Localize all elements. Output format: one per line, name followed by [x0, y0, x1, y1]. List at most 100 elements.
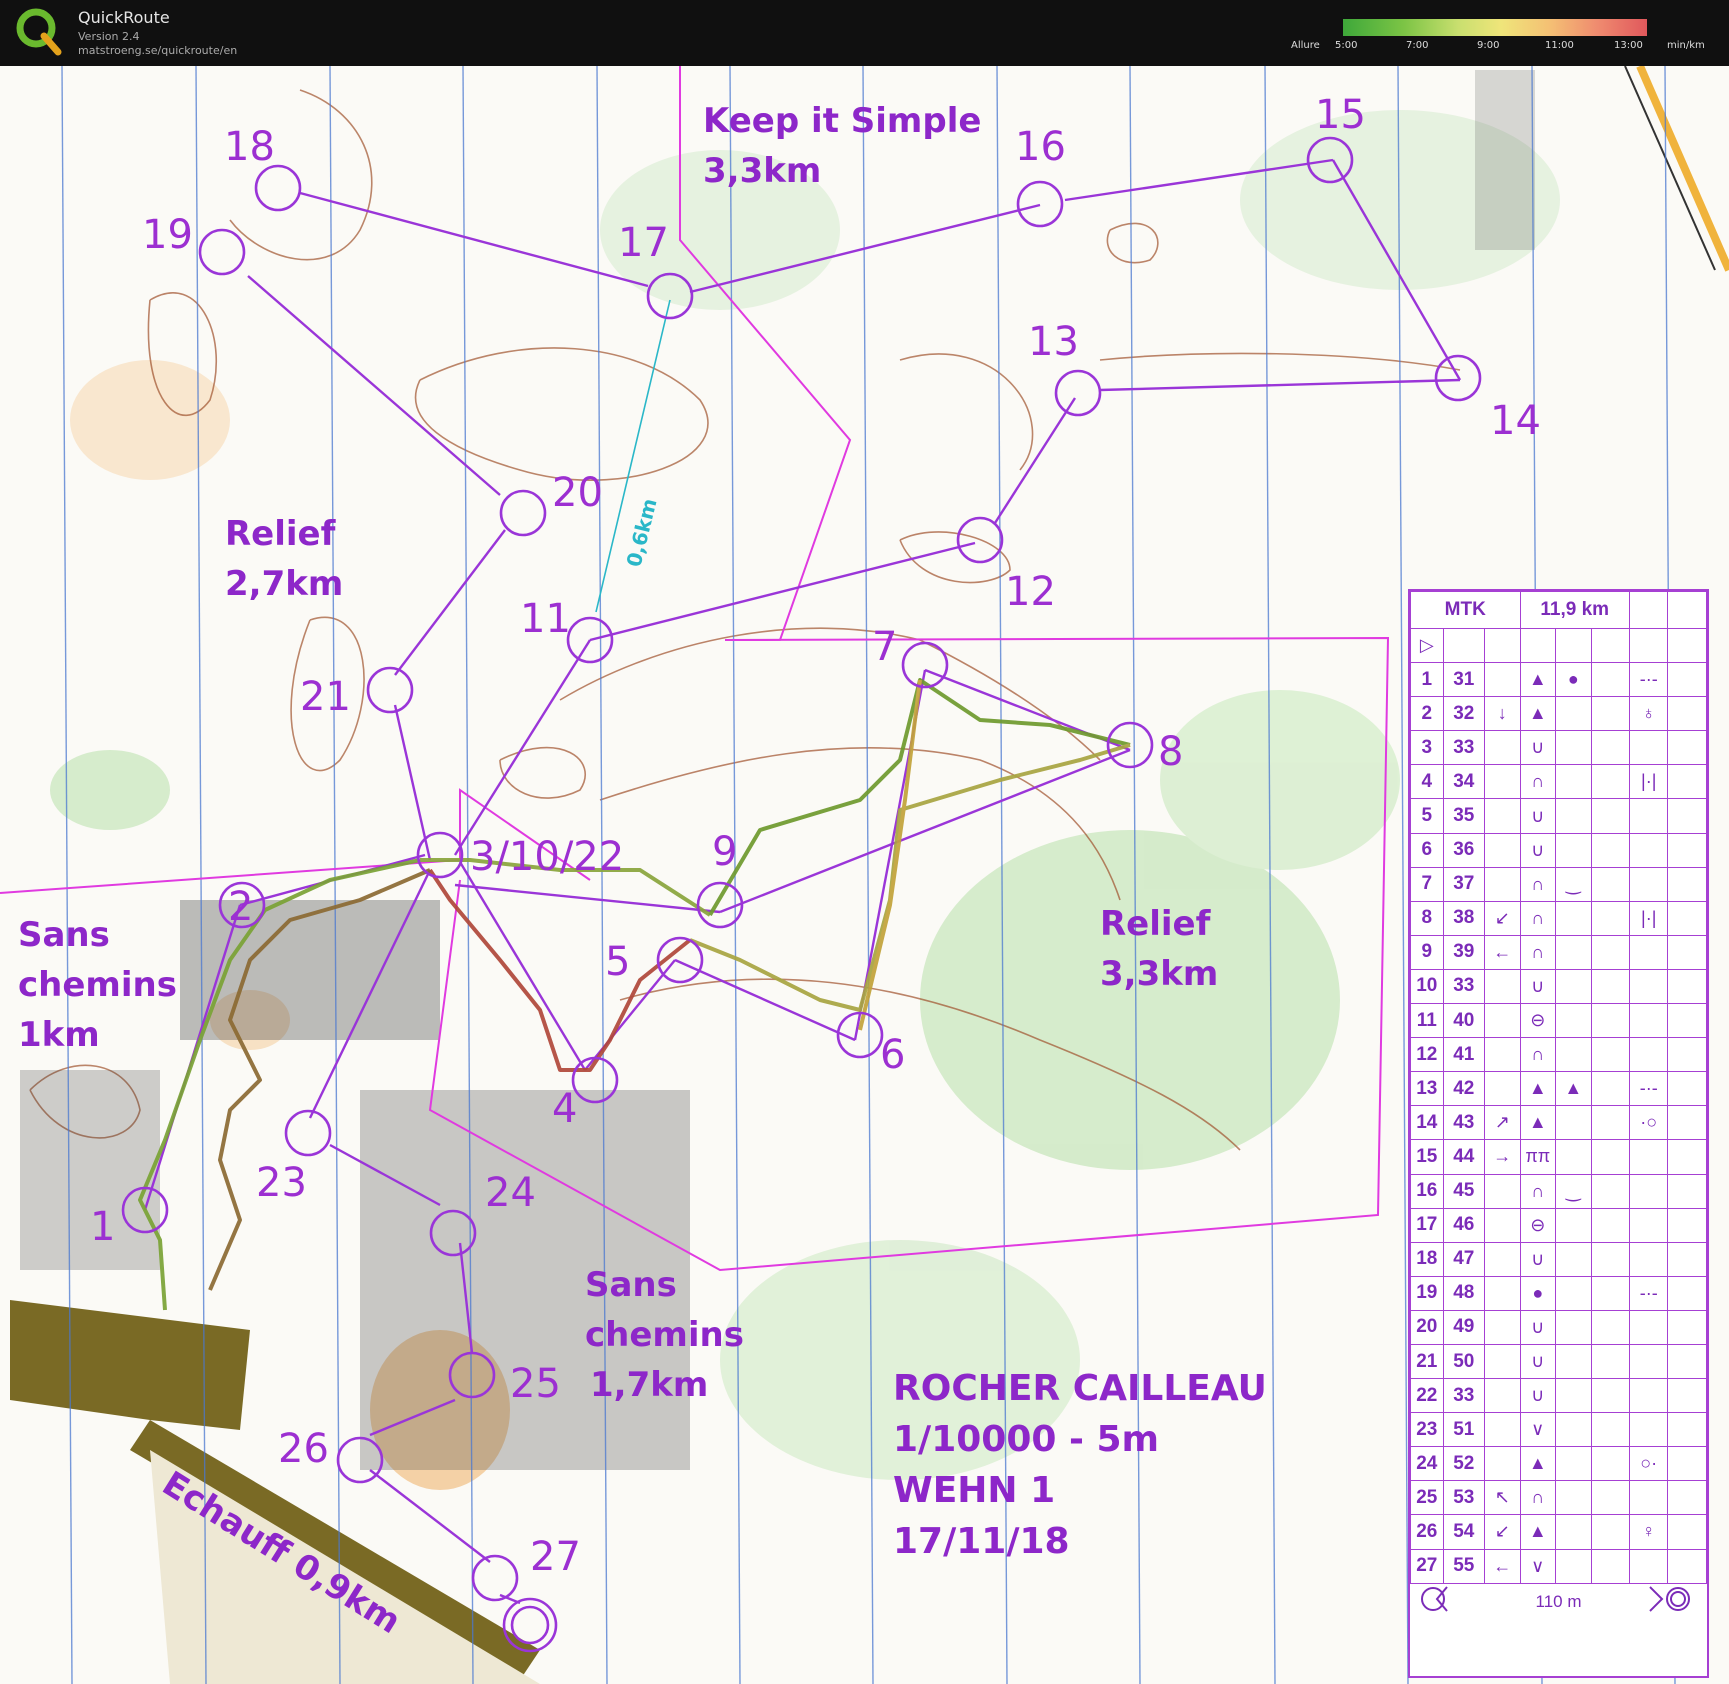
other-cell [1667, 798, 1707, 834]
detail-cell [1590, 934, 1631, 970]
detail-cell [1590, 696, 1631, 732]
direction-cell [1483, 1003, 1521, 1039]
other-cell [1667, 662, 1707, 698]
location-cell [1628, 1480, 1669, 1516]
other-cell [1667, 1241, 1707, 1277]
control-code-cell: 44 [1442, 1139, 1485, 1175]
control-number-cell: 12 [1410, 1037, 1444, 1073]
section-label: Relief [225, 514, 337, 554]
other-cell [1667, 1446, 1707, 1482]
direction-cell [1483, 1173, 1521, 1209]
control-number-cell: 17 [1410, 1207, 1444, 1243]
finish-row-table: 110 m [1410, 1584, 1707, 1620]
control-number: 14 [1490, 398, 1541, 444]
control-number-cell: 6 [1410, 832, 1444, 868]
detail-cell [1590, 1105, 1631, 1141]
control-number-cell: 16 [1410, 1173, 1444, 1209]
description-header: MTK 11,9 km [1410, 591, 1707, 629]
control-number-cell: 2 [1410, 696, 1444, 732]
control-number-cell: 5 [1410, 798, 1444, 834]
description-row: 23 51 ∨ [1410, 1412, 1707, 1448]
feature-cell: ππ [1519, 1139, 1557, 1175]
detail-cell [1590, 1514, 1631, 1550]
control-code-cell: 41 [1442, 1037, 1485, 1073]
pace-tick: 11:00 [1545, 40, 1574, 51]
control-number-cell: 20 [1410, 1309, 1444, 1345]
event-date: 17/11/18 [893, 1521, 1070, 1562]
feature-cell: ∨ [1519, 1412, 1557, 1448]
appearance-cell: ‿ [1555, 1173, 1592, 1209]
appearance-cell [1555, 798, 1592, 834]
app-url[interactable]: matstroeng.se/quickroute/en [78, 44, 237, 57]
feature-cell: ⊖ [1519, 1003, 1557, 1039]
appearance-cell [1555, 1446, 1592, 1482]
finish-row: 110 m [1410, 1584, 1707, 1620]
feature-cell: ∪ [1519, 798, 1557, 834]
direction-cell [1483, 1446, 1521, 1482]
section-label: 1km [18, 1015, 100, 1055]
direction-cell [1483, 798, 1521, 834]
detail-cell [1590, 1003, 1631, 1039]
detail-cell [1590, 1071, 1631, 1107]
feature-cell: ∩ [1519, 934, 1557, 970]
quickroute-logo-icon [16, 8, 62, 56]
control-number-cell: 22 [1410, 1378, 1444, 1414]
pace-tick: 7:00 [1406, 40, 1429, 51]
other-cell [1667, 1105, 1707, 1141]
other-cell [1667, 866, 1707, 902]
control-number: 6 [880, 1032, 905, 1078]
location-cell: ♀ [1628, 1514, 1669, 1550]
location-cell [1628, 730, 1669, 766]
other-cell [1667, 968, 1707, 1005]
control-number-cell: 3 [1410, 730, 1444, 766]
feature-cell: ∩ [1519, 1037, 1557, 1073]
control-code-cell: 55 [1442, 1548, 1485, 1584]
direction-cell: ↙ [1483, 1514, 1521, 1550]
control-code-cell: 38 [1442, 900, 1485, 936]
control-number: 3/10/22 [470, 834, 624, 880]
control-description-sheet: MTK 11,9 km ▷ 1 31 ▲ ● -·- 2 32 ↓ ▲ ♁ 3 33 ∪ 4 34 ∩ |·| 5… [1408, 589, 1709, 1678]
control-number-cell: 9 [1410, 934, 1444, 970]
detail-cell [1590, 832, 1631, 868]
event-code: MTK [1410, 591, 1521, 629]
control-number: 13 [1028, 319, 1079, 365]
control-number-cell: 8 [1410, 900, 1444, 936]
pace-unit: min/km [1667, 40, 1705, 51]
appearance-cell [1555, 764, 1592, 800]
feature-cell: ▲ [1519, 696, 1557, 732]
location-cell [1628, 1207, 1669, 1243]
control-code-cell: 54 [1442, 1514, 1485, 1550]
control-number: 20 [552, 470, 603, 516]
section-label: 3,3km [1100, 954, 1218, 994]
control-code-cell: 48 [1442, 1275, 1485, 1311]
section-label: 3,3km [703, 151, 821, 191]
control-number: 26 [278, 1426, 329, 1472]
feature-cell: ∩ [1519, 900, 1557, 936]
location-cell: |·| [1628, 900, 1669, 936]
control-code-cell: 32 [1442, 696, 1485, 732]
direction-cell [1483, 1343, 1521, 1380]
feature-cell: ∪ [1519, 1309, 1557, 1345]
control-number: 21 [300, 674, 351, 720]
control-number-cell: 24 [1410, 1446, 1444, 1482]
section-label: Sans [585, 1265, 677, 1305]
detail-cell [1590, 1275, 1631, 1311]
appearance-cell [1555, 696, 1592, 732]
description-row: 1 31 ▲ ● -·- [1410, 662, 1707, 698]
other-cell [1667, 1139, 1707, 1175]
appearance-cell [1555, 1309, 1592, 1345]
detail-cell [1590, 1173, 1631, 1209]
direction-cell [1483, 1275, 1521, 1311]
description-row: 8 38 ↙ ∩ |·| [1410, 900, 1707, 936]
other-cell [1667, 1514, 1707, 1550]
feature-cell: ∨ [1519, 1548, 1557, 1584]
direction-cell: ← [1483, 934, 1521, 970]
location-cell: ○· [1628, 1446, 1669, 1482]
feature-cell: ∪ [1519, 968, 1557, 1005]
appearance-cell [1555, 934, 1592, 970]
control-number-cell: 21 [1410, 1343, 1444, 1380]
direction-cell: ↓ [1483, 696, 1521, 732]
direction-cell [1483, 1309, 1521, 1345]
appearance-cell [1555, 1003, 1592, 1039]
appearance-cell [1555, 900, 1592, 936]
